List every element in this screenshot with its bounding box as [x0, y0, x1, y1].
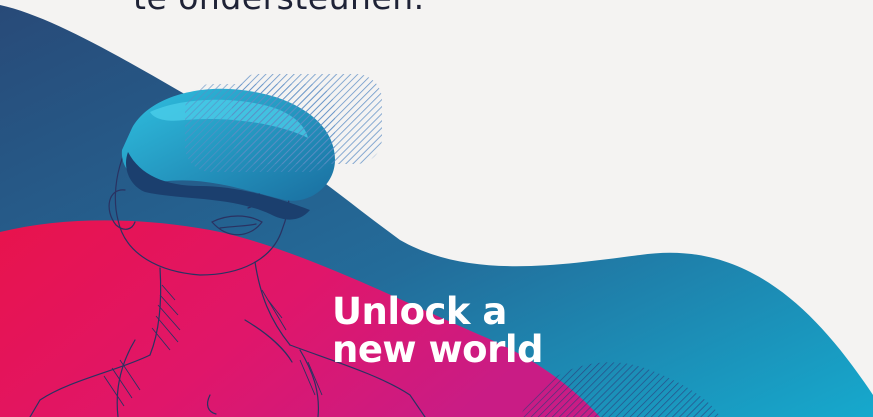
headline-line-2: new world — [332, 328, 544, 371]
hatched-overlay-front — [185, 84, 335, 172]
promo-banner: te ondersteunen. — [0, 0, 873, 417]
headline: Unlock a new world — [332, 290, 544, 371]
headline-line-1: Unlock a — [332, 290, 507, 333]
